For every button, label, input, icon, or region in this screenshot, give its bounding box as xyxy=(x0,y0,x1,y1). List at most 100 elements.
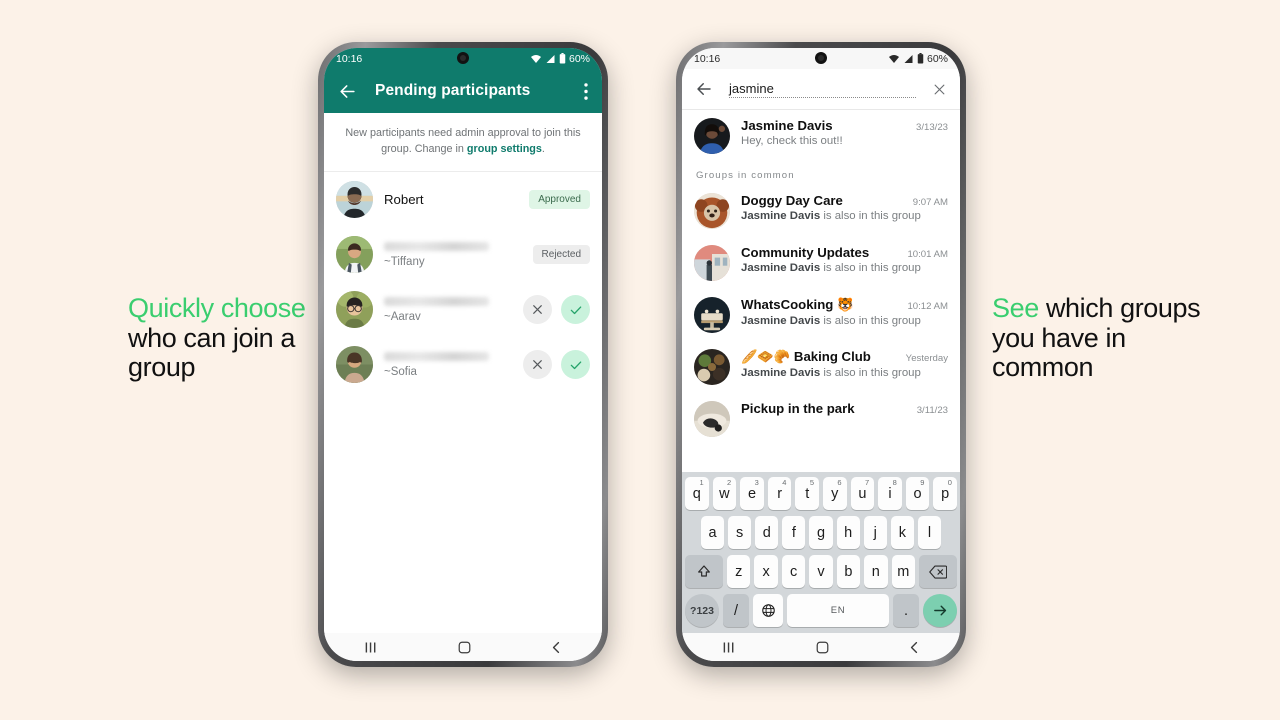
language-globe-key[interactable] xyxy=(753,594,783,627)
list-item[interactable]: WhatsCooking 🐯 10:12 AM Jasmine Davis is… xyxy=(682,289,960,341)
match-highlight: Jasmine Davis xyxy=(741,262,821,274)
key-i[interactable]: 8i xyxy=(878,477,902,510)
empty-list-area xyxy=(324,392,602,633)
table-row[interactable]: ~Aarav xyxy=(324,282,602,337)
key-hint-2: 2 xyxy=(727,478,732,487)
symbols-key[interactable]: ?123 xyxy=(685,594,719,627)
reject-button[interactable] xyxy=(523,350,552,380)
table-row[interactable]: ~Sofia xyxy=(324,337,602,392)
back-arrow-icon[interactable] xyxy=(338,82,357,101)
group-subtitle: Jasmine Davis is also in this group xyxy=(741,262,948,274)
overflow-menu-icon[interactable] xyxy=(584,82,588,100)
home-icon[interactable] xyxy=(816,641,829,654)
clear-search-icon[interactable] xyxy=(932,82,947,97)
key-a[interactable]: a xyxy=(701,516,725,549)
table-row[interactable]: Robert Approved xyxy=(324,172,602,227)
subtitle-rest: is also in this group xyxy=(820,367,921,379)
notice-text-before: New participants need admin approval to … xyxy=(345,127,581,155)
group-name: WhatsCooking 🐯 xyxy=(741,297,854,312)
list-item[interactable]: 🥖🧇🥐 Baking Club Yesterday Jasmine Davis … xyxy=(682,341,960,393)
status-bar-right: 10:16 60% xyxy=(682,48,960,69)
key-x[interactable]: x xyxy=(754,555,778,588)
key-c[interactable]: c xyxy=(781,555,806,588)
key-label: e xyxy=(747,485,757,502)
avatar xyxy=(694,401,730,437)
slash-key[interactable]: / xyxy=(723,594,749,627)
key-hint-8: 8 xyxy=(892,478,897,487)
key-b[interactable]: b xyxy=(836,555,861,588)
key-h[interactable]: h xyxy=(836,516,860,549)
key-l[interactable]: l xyxy=(917,516,941,549)
key-m[interactable]: m xyxy=(891,555,915,588)
camera-punch-hole-icon xyxy=(457,52,469,64)
group-settings-link[interactable]: group settings xyxy=(467,143,542,155)
key-r[interactable]: 4r xyxy=(767,477,792,510)
list-item[interactable]: Jasmine Davis 3/13/23 Hey, check this ou… xyxy=(682,110,960,162)
key-q[interactable]: 1q xyxy=(685,477,709,510)
key-label: o xyxy=(913,485,922,502)
key-e[interactable]: 3e xyxy=(740,477,764,510)
android-nav-bar-right xyxy=(682,633,960,661)
back-icon[interactable] xyxy=(908,641,920,654)
left-marketing-copy: Quickly choose who can join a group xyxy=(128,293,338,383)
key-o[interactable]: 9o xyxy=(905,477,930,510)
key-hint-3: 3 xyxy=(754,478,759,487)
search-input[interactable]: jasmine xyxy=(729,81,916,98)
check-icon xyxy=(570,306,581,314)
key-label: r xyxy=(777,485,783,502)
shift-key[interactable] xyxy=(685,555,724,588)
key-s[interactable]: s xyxy=(728,516,752,549)
space-key[interactable]: EN xyxy=(787,594,889,627)
key-g[interactable]: g xyxy=(809,516,833,549)
recents-icon[interactable] xyxy=(364,641,379,654)
keyboard-row-3: z x c v b n m xyxy=(685,555,957,588)
key-d[interactable]: d xyxy=(755,516,779,549)
participant-name: Robert xyxy=(384,192,424,208)
list-item[interactable]: Doggy Day Care 9:07 AM Jasmine Davis is … xyxy=(682,185,960,237)
key-t[interactable]: 5t xyxy=(795,477,819,510)
pending-participants-list: Robert Approved ~Tiffany Rejected ~Aarav… xyxy=(324,172,602,393)
key-z[interactable]: z xyxy=(727,555,751,588)
poster-canvas: Quickly choose who can join a group See … xyxy=(0,0,1280,720)
key-n[interactable]: n xyxy=(864,555,888,588)
recents-icon[interactable] xyxy=(722,641,737,654)
key-j[interactable]: j xyxy=(863,516,887,549)
on-screen-keyboard: 1q 2w 3e 4r 5t 6y 7u 8i 9o 0p a s d f g … xyxy=(682,472,960,633)
group-name: Community Updates xyxy=(741,245,870,260)
key-hint-7: 7 xyxy=(865,478,870,487)
key-label: u xyxy=(858,485,867,502)
cellular-signal-icon xyxy=(546,54,555,63)
key-u[interactable]: 7u xyxy=(850,477,875,510)
back-arrow-icon[interactable] xyxy=(695,80,713,98)
back-icon[interactable] xyxy=(550,641,562,654)
key-w[interactable]: 2w xyxy=(712,477,737,510)
group-name: 🥖🧇🥐 Baking Club xyxy=(741,349,871,364)
phone-mockup-left: 10:16 60% Pending participants New parti… xyxy=(318,42,608,667)
battery-percent: 60% xyxy=(568,52,590,65)
match-highlight: Jasmine Davis xyxy=(741,315,821,327)
participant-pushname: ~Tiffany xyxy=(384,255,425,268)
group-name: Pickup in the park xyxy=(741,401,855,416)
approve-button[interactable] xyxy=(561,350,590,380)
status-badge: Approved xyxy=(529,190,590,210)
battery-percent: 60% xyxy=(926,52,948,65)
enter-search-key[interactable] xyxy=(923,594,957,627)
section-header-groups-in-common: Groups in common xyxy=(696,170,795,181)
list-item[interactable]: Community Updates 10:01 AM Jasmine Davis… xyxy=(682,237,960,289)
backspace-key[interactable] xyxy=(918,555,957,588)
approve-button[interactable] xyxy=(561,295,590,325)
right-copy-highlight: See xyxy=(992,293,1039,323)
reject-button[interactable] xyxy=(523,295,552,325)
key-y[interactable]: 6y xyxy=(823,477,847,510)
search-bar: jasmine xyxy=(682,69,960,109)
home-icon[interactable] xyxy=(458,641,471,654)
key-v[interactable]: v xyxy=(809,555,833,588)
arrow-right-icon xyxy=(933,605,946,616)
key-f[interactable]: f xyxy=(782,516,806,549)
key-k[interactable]: k xyxy=(890,516,914,549)
subtitle-rest: is also in this group xyxy=(820,210,921,222)
key-p[interactable]: 0p xyxy=(933,477,957,510)
period-key[interactable]: . xyxy=(893,594,919,627)
table-row[interactable]: ~Tiffany Rejected xyxy=(324,227,602,282)
list-item[interactable]: Pickup in the park 3/11/23 xyxy=(682,393,960,437)
